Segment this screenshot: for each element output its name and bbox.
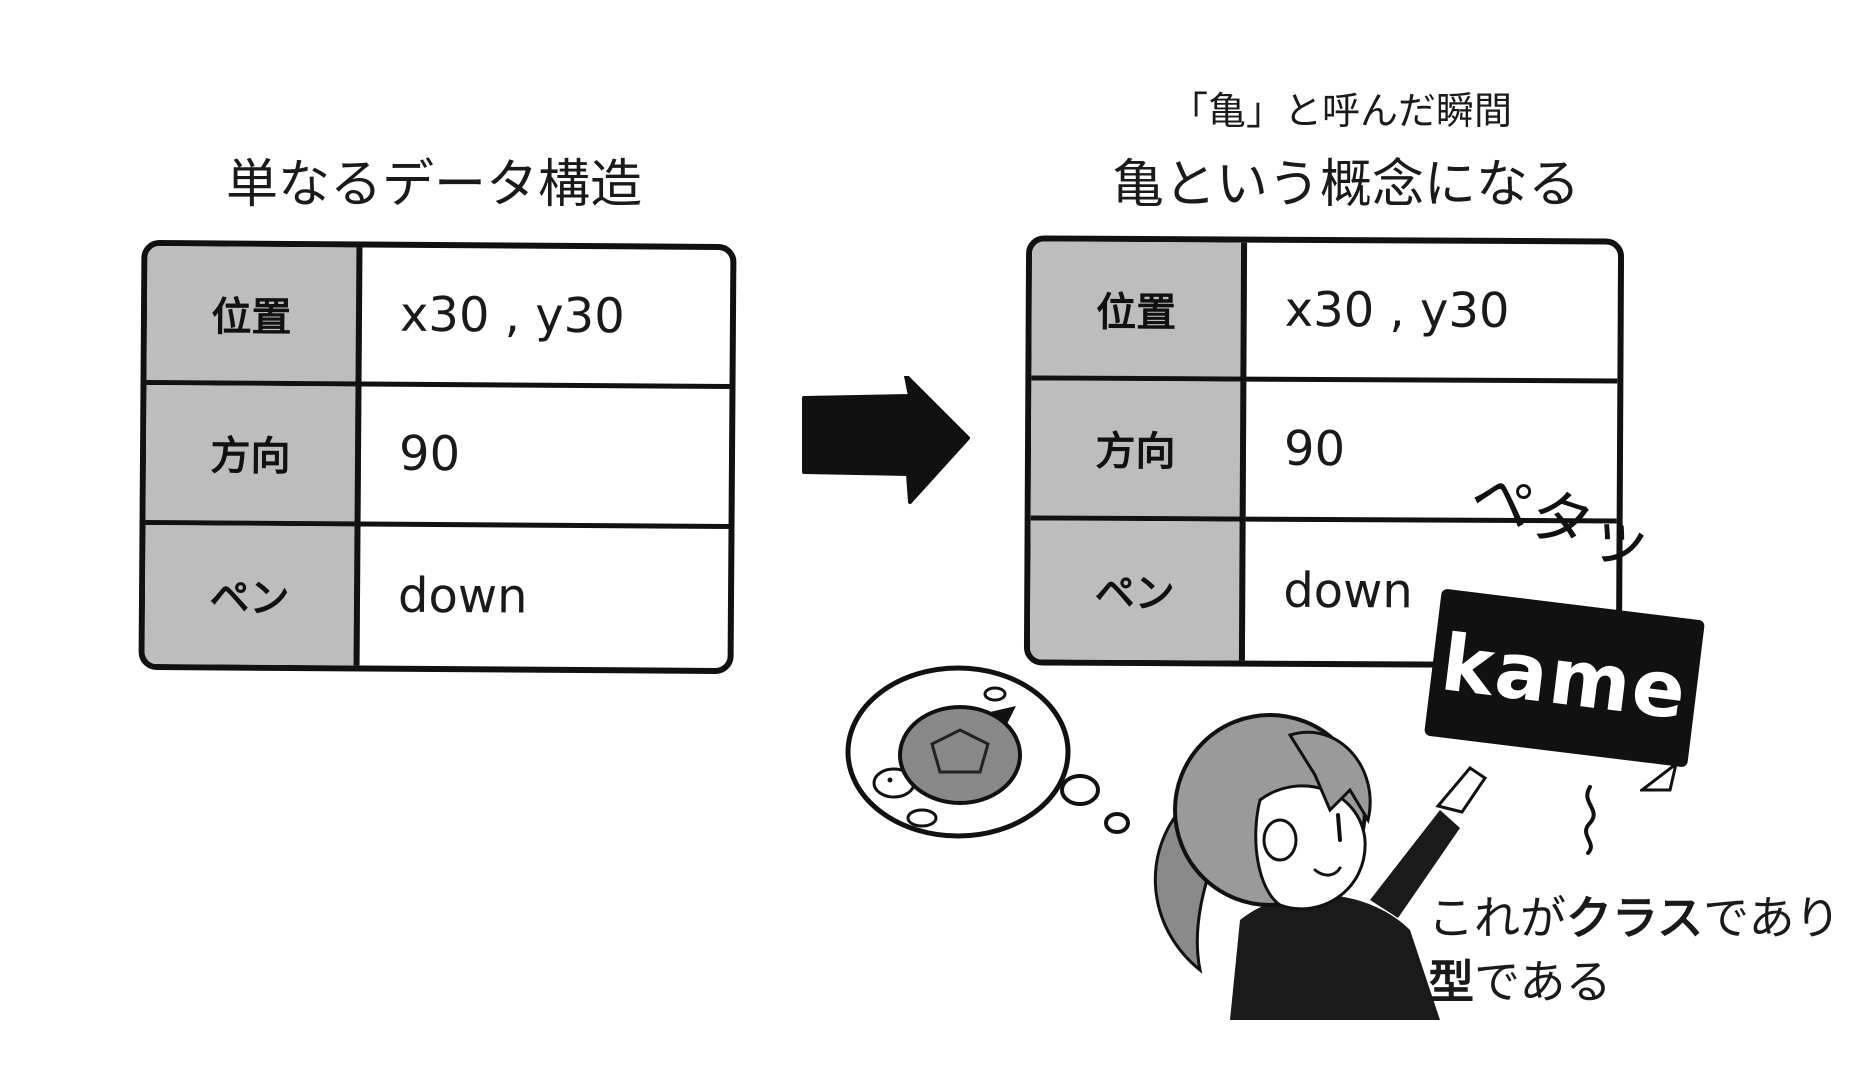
row-label-direction: 方向 (145, 385, 362, 527)
caption-line-2: 型である (1428, 946, 1612, 1012)
row-value-direction: 90 (360, 386, 730, 529)
row-label-pen: ペン (144, 524, 361, 666)
caption-text: これが (1428, 891, 1566, 945)
thought-bubble-icon (845, 665, 1130, 839)
row-value-position: x30 , y30 (1246, 242, 1619, 384)
data-table-left: 位置 x30 , y30 方向 90 ペン down (138, 239, 737, 675)
left-title: 単なるデータ構造 (226, 155, 643, 215)
arrow-right-icon (802, 376, 970, 504)
squiggle-mark (1584, 785, 1596, 855)
right-title: 亀という概念になる (1112, 155, 1581, 215)
caption-emphasis-type: 型 (1428, 955, 1474, 1009)
row-value-position: x30 , y30 (361, 247, 731, 390)
sign-corner-curl (1640, 760, 1679, 792)
caption-line-1: これがクラスであり (1428, 882, 1841, 948)
caption-text: であり (1703, 891, 1841, 945)
row-label-pen: ペン (1029, 520, 1246, 661)
row-label-position: 位置 (146, 245, 363, 387)
row-label-direction: 方向 (1030, 380, 1247, 522)
row-value-pen: down (397, 568, 528, 625)
right-subtitle: 「亀」と呼んだ瞬間 (1170, 89, 1513, 133)
row-label-position: 位置 (1031, 241, 1248, 382)
caption-text: である (1474, 955, 1612, 1009)
caption-emphasis-class: クラス (1566, 891, 1704, 945)
